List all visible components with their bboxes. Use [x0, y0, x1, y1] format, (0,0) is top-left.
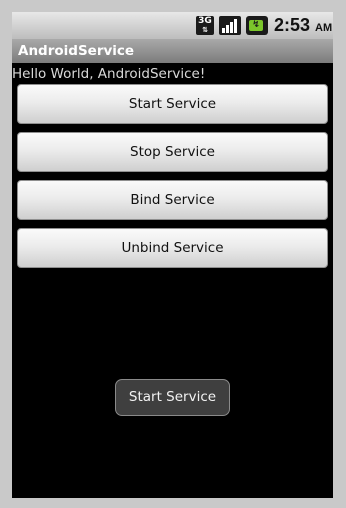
clock-time: 2:53: [274, 15, 311, 35]
toast-message: Start Service: [115, 379, 230, 416]
clock-ampm: AM: [315, 22, 333, 34]
clock: 2:53 AM: [274, 16, 332, 35]
signal-strength-icon: [219, 16, 241, 35]
3g-network-icon: 3G ⇅: [196, 16, 214, 35]
app-title-bar: AndroidService: [12, 39, 333, 63]
status-bar: 3G ⇅ ↯ 2:53 AM: [12, 12, 333, 39]
hello-text: Hello World, AndroidService!: [12, 66, 206, 82]
start-service-button[interactable]: Start Service: [17, 84, 328, 124]
data-arrows-icon: ⇅: [202, 26, 208, 34]
unbind-service-button[interactable]: Unbind Service: [17, 228, 328, 268]
battery-charging-icon: ↯: [246, 16, 268, 35]
charging-bolt-icon: ↯: [249, 20, 263, 31]
phone-screen: 3G ⇅ ↯ 2:53 AM AndroidService Hello Worl…: [12, 12, 333, 498]
bind-service-button[interactable]: Bind Service: [17, 180, 328, 220]
stop-service-button[interactable]: Stop Service: [17, 132, 328, 172]
network-label: 3G: [198, 16, 212, 26]
